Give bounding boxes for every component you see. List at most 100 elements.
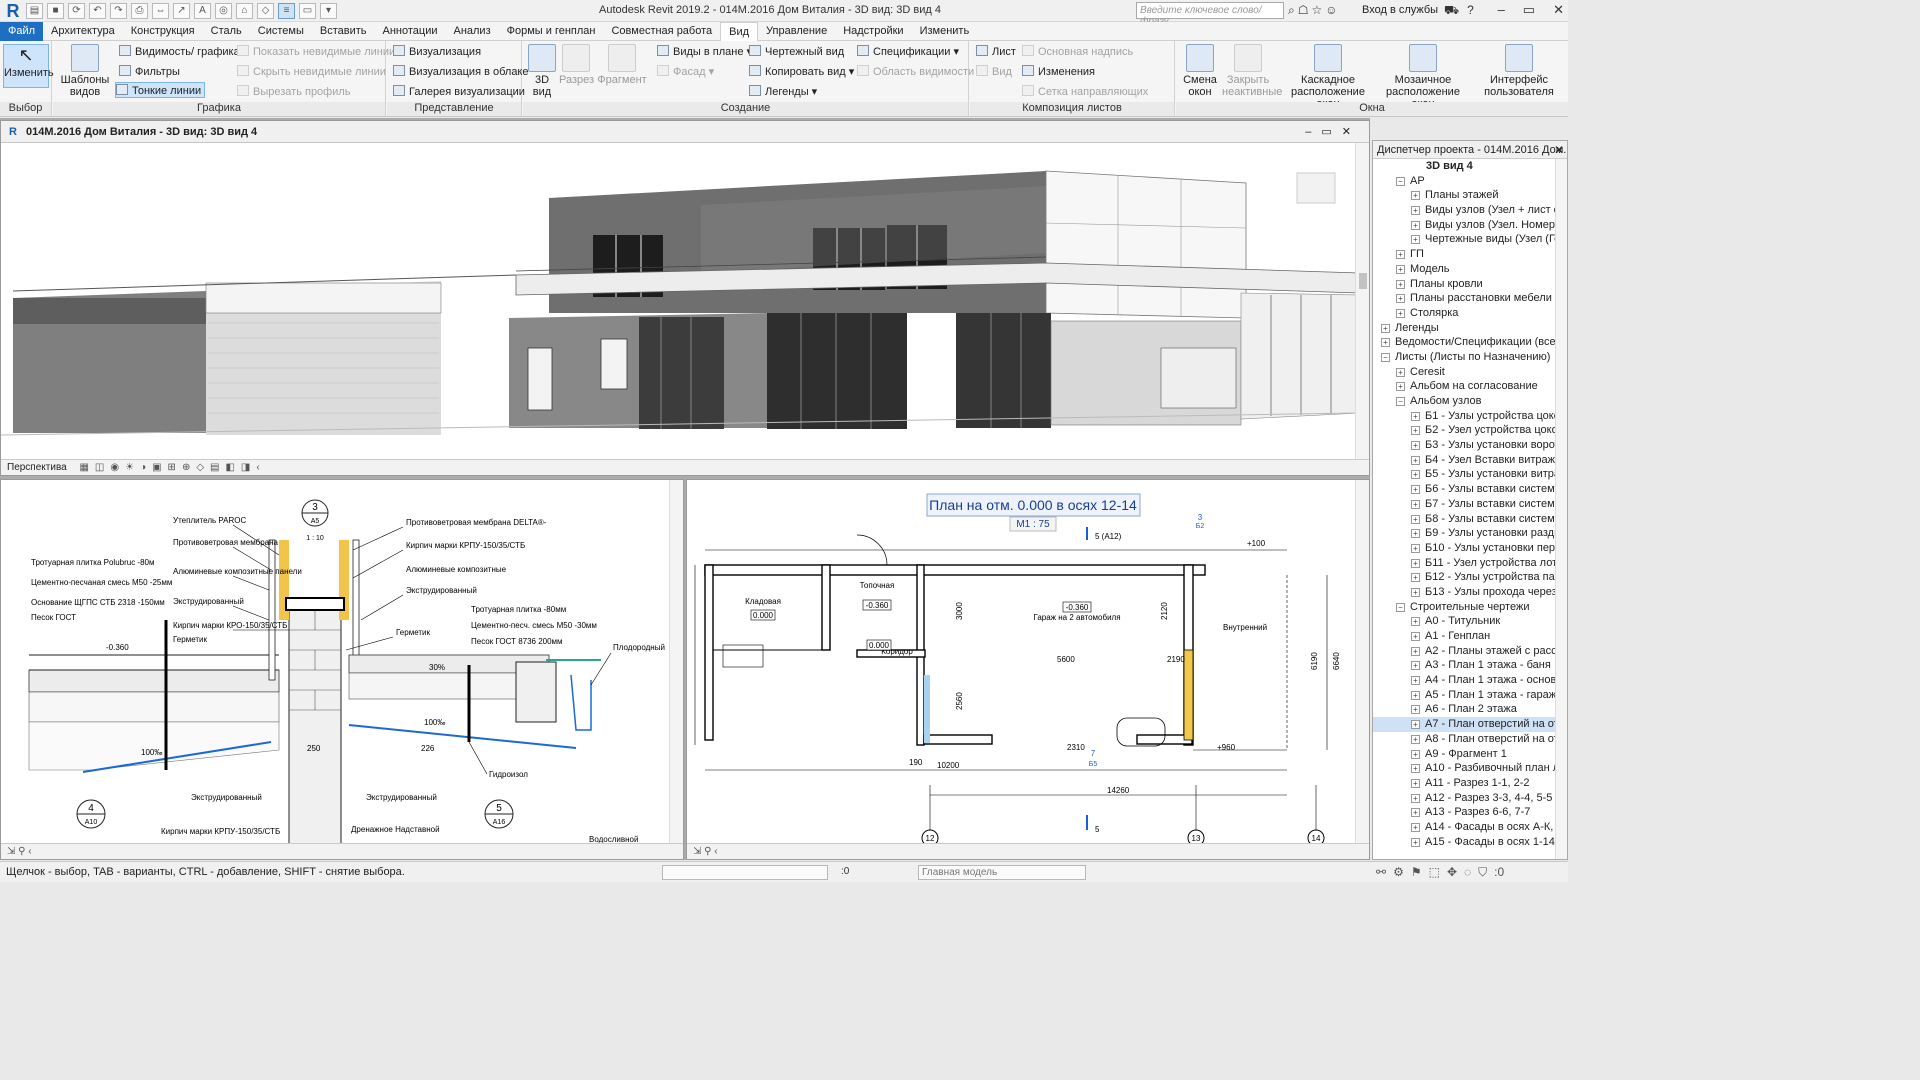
switch-windows-button[interactable]: Смена окон	[1180, 44, 1220, 98]
close-icon[interactable]: ✕	[1554, 143, 1564, 157]
browser-node[interactable]: + А13 - Разрез 6-6, 7-7	[1373, 805, 1555, 820]
panel-title-sheets[interactable]: Композиция листов	[970, 102, 1174, 116]
expand-icon[interactable]: +	[1381, 323, 1390, 333]
browser-node[interactable]: + А1 - Генплан	[1373, 629, 1555, 644]
expand-icon[interactable]: +	[1396, 308, 1405, 318]
view-cube[interactable]	[1296, 172, 1336, 204]
browser-node[interactable]: + Виды узлов (Узел + лист свер	[1373, 203, 1555, 218]
help-icon[interactable]: ?	[1467, 3, 1474, 19]
close-inactive-button[interactable]: Закрыть неактивные	[1222, 44, 1282, 98]
expand-icon[interactable]: +	[1411, 661, 1420, 671]
close-icon[interactable]: ✕	[1553, 2, 1564, 18]
star-icon[interactable]: ☆	[1312, 3, 1323, 18]
search-input[interactable]: Введите ключевое слово/фразу	[1136, 2, 1284, 27]
browser-node[interactable]: + Б12 - Узлы устройства пара	[1373, 570, 1555, 585]
expand-icon[interactable]: +	[1411, 411, 1420, 421]
expand-icon[interactable]: +	[1411, 499, 1420, 509]
browser-node[interactable]: + А8 - План отверстий на отмет	[1373, 732, 1555, 747]
browser-node[interactable]: + Альбом на согласование	[1373, 379, 1555, 394]
expand-icon[interactable]: +	[1411, 470, 1420, 480]
expand-icon[interactable]: +	[1411, 543, 1420, 553]
expand-icon[interactable]: +	[1411, 617, 1420, 627]
browser-node[interactable]: + Столярка	[1373, 306, 1555, 321]
expand-icon[interactable]: +	[1411, 705, 1420, 715]
collapse-icon[interactable]: −	[1381, 352, 1390, 362]
browser-node[interactable]: + Планы этажей	[1373, 188, 1555, 203]
browser-node[interactable]: + А4 - План 1 этажа - основн	[1373, 673, 1555, 688]
filter-icon[interactable]: ⛉	[1478, 865, 1487, 880]
browser-node[interactable]: + Б4 - Узел Вставки витража в	[1373, 453, 1555, 468]
expand-icon[interactable]: +	[1411, 206, 1420, 216]
tab-insert[interactable]: Вставить	[312, 22, 375, 41]
tab-systems[interactable]: Системы	[250, 22, 312, 41]
expand-icon[interactable]: +	[1411, 514, 1420, 524]
remove-hidden-lines-button[interactable]: Скрыть невидимые линии	[237, 64, 386, 80]
expand-icon[interactable]: +	[1411, 191, 1420, 201]
revisions-button[interactable]: Изменения	[1022, 64, 1095, 80]
browser-node[interactable]: + Б1 - Узлы устройства цокол	[1373, 409, 1555, 424]
cascade-windows-button[interactable]: Каскадное расположение окон	[1282, 44, 1374, 110]
browser-node[interactable]: + Б8 - Узлы вставки системы с	[1373, 512, 1555, 527]
browser-node[interactable]: + А15 - Фасады в осях 1-14, 1	[1373, 835, 1555, 850]
3d-view-button[interactable]: 3D вид	[527, 44, 557, 98]
legends-button[interactable]: Легенды ▾	[749, 84, 817, 100]
browser-node[interactable]: + Чертежные виды (Узел (Гори	[1373, 232, 1555, 247]
background-process-icon[interactable]: ◌	[1464, 865, 1471, 880]
measure-icon[interactable]: ⇔	[152, 3, 169, 19]
detail-view-icons[interactable]: ⇲ ⚲ ‹	[7, 846, 32, 857]
expand-icon[interactable]: +	[1411, 485, 1420, 495]
browser-node[interactable]: + Виды узлов (Узел. Номер + Л	[1373, 218, 1555, 233]
browser-node[interactable]: + А6 - План 2 этажа	[1373, 702, 1555, 717]
panel-title-presentation[interactable]: Представление	[387, 102, 521, 116]
thin-lines-icon[interactable]: ≡	[278, 3, 295, 19]
expand-icon[interactable]: +	[1411, 778, 1420, 788]
sync-icon[interactable]: ⟳	[68, 3, 85, 19]
login-button[interactable]: Вход в службы	[1362, 4, 1438, 16]
expand-icon[interactable]: +	[1411, 455, 1420, 465]
section-mark-5[interactable]: 5	[1095, 825, 1100, 834]
browser-node[interactable]: + А0 - Титульник	[1373, 614, 1555, 629]
select-underlay-icon[interactable]: ⚙	[1393, 865, 1404, 880]
tab-file[interactable]: Файл	[0, 22, 44, 41]
dimension-icon[interactable]: ↗	[173, 3, 190, 19]
design-option-dropdown[interactable]: Главная модель	[918, 865, 1086, 880]
tab-architecture[interactable]: Архитектура	[43, 22, 123, 41]
expand-icon[interactable]: +	[1411, 808, 1420, 818]
tab-massing[interactable]: Формы и генплан	[499, 22, 604, 41]
minimize-icon[interactable]: –	[1498, 2, 1505, 18]
render-button[interactable]: Визуализация	[393, 44, 481, 60]
browser-node[interactable]: + Легенды	[1373, 321, 1555, 336]
browser-node[interactable]: + А7 - План отверстий на отмет	[1373, 717, 1555, 732]
filters-button[interactable]: Фильтры	[119, 64, 180, 80]
expand-icon[interactable]: +	[1411, 220, 1420, 230]
browser-node[interactable]: + Б13 - Узлы прохода через кр	[1373, 585, 1555, 600]
browser-node[interactable]: + Б11 - Узел устройства лотко	[1373, 556, 1555, 571]
panel-title-windows[interactable]: Окна	[1176, 102, 1568, 116]
open-icon[interactable]: ▤	[26, 3, 43, 19]
drag-elements-icon[interactable]: ✥	[1447, 865, 1457, 880]
tab-annotate[interactable]: Аннотации	[375, 22, 446, 41]
drafting-view-button[interactable]: Чертежный вид	[749, 44, 844, 60]
browser-node[interactable]: + Б7 - Узлы вставки системы с	[1373, 497, 1555, 512]
callout-button[interactable]: Фрагмент	[597, 44, 647, 86]
browser-node[interactable]: − Листы (Листы по Назначению)	[1373, 350, 1555, 365]
browser-node[interactable]: − Строительные чертежи	[1373, 600, 1555, 615]
expand-icon[interactable]: +	[1396, 382, 1405, 392]
redo-icon[interactable]: ↷	[110, 3, 127, 19]
scroll-thumb[interactable]	[1359, 273, 1367, 289]
expand-icon[interactable]: +	[1381, 338, 1390, 348]
guide-grid-button[interactable]: Сетка направляющих	[1022, 84, 1148, 100]
browser-node[interactable]: + Б6 - Узлы вставки системы с	[1373, 482, 1555, 497]
save-icon[interactable]: ■	[47, 3, 64, 19]
expand-icon[interactable]: +	[1411, 734, 1420, 744]
expand-icon[interactable]: +	[1411, 749, 1420, 759]
view-templates-button[interactable]: Шаблоны видов	[59, 44, 111, 98]
expand-icon[interactable]: +	[1411, 690, 1420, 700]
detail-scrollbar[interactable]	[669, 480, 683, 843]
subscription-icon[interactable]: ☖	[1298, 3, 1309, 18]
panel-title-create[interactable]: Создание	[523, 102, 968, 116]
browser-node[interactable]: 3D вид 4	[1373, 159, 1555, 174]
collapse-icon[interactable]: −	[1396, 176, 1405, 186]
expand-icon[interactable]: +	[1411, 587, 1420, 597]
tile-windows-button[interactable]: Мозаичное расположение окон	[1376, 44, 1470, 110]
